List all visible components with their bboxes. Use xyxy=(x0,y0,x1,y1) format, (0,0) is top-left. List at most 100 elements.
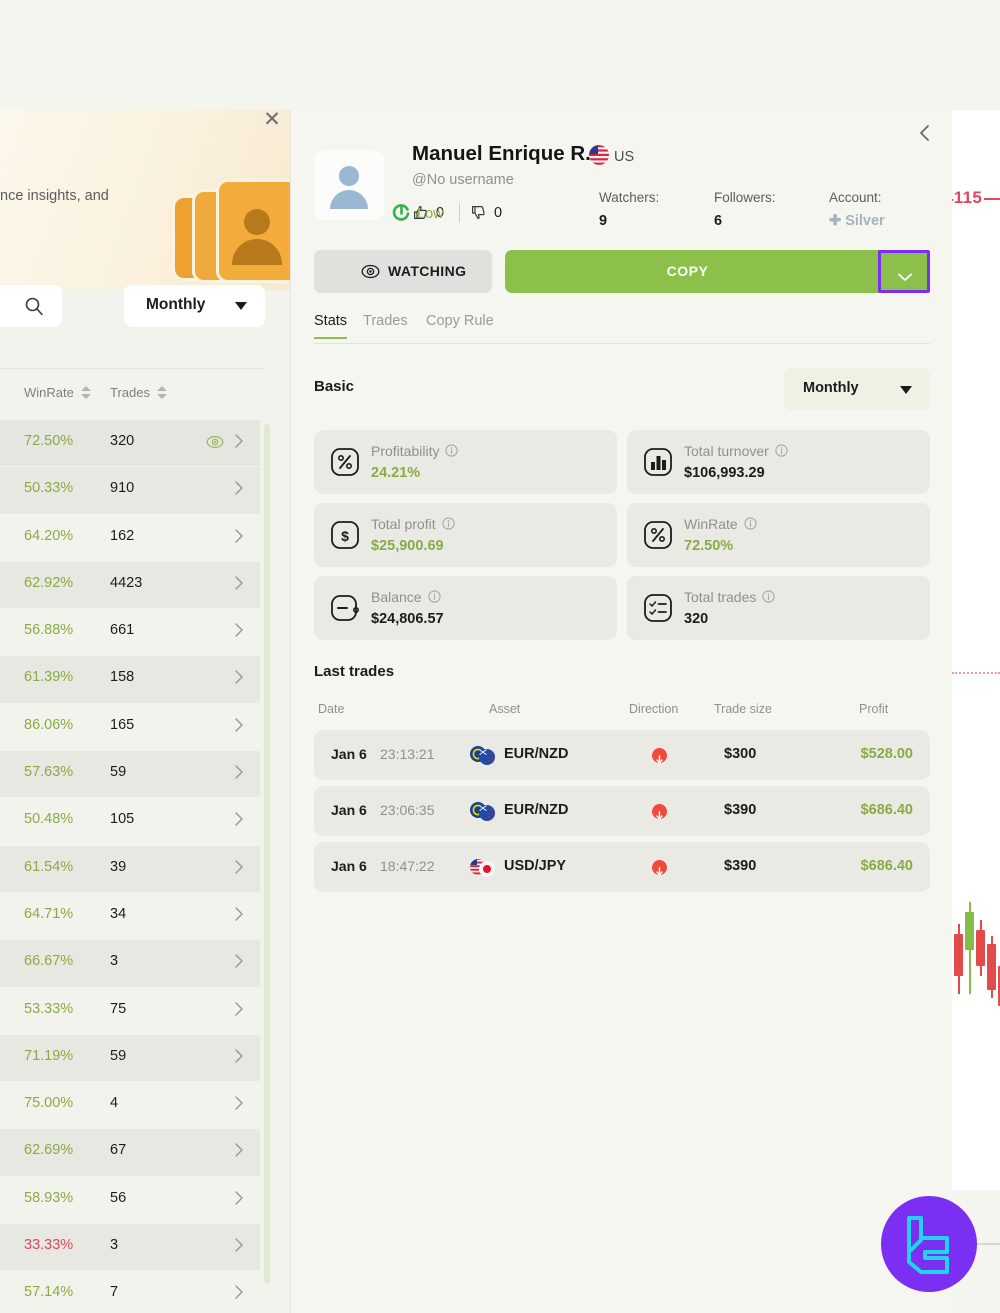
chevron-right-icon[interactable] xyxy=(234,1141,244,1159)
chevron-right-icon[interactable] xyxy=(234,905,244,923)
chevron-right-icon[interactable] xyxy=(234,858,244,876)
chevron-right-icon[interactable] xyxy=(234,716,244,734)
percent-icon xyxy=(330,447,360,477)
sidebar-period-select[interactable]: Monthly xyxy=(124,285,265,327)
row-winrate: 64.20% xyxy=(24,527,74,544)
table-row[interactable]: 33.33% 3 xyxy=(0,1224,260,1272)
stat-card-profitability: Profitability 24.21% xyxy=(314,430,617,494)
row-winrate: 64.71% xyxy=(24,905,74,922)
copy-button[interactable]: COPY xyxy=(505,250,930,293)
table-row[interactable]: 72.50% 320 xyxy=(0,420,260,468)
row-winrate: 75.00% xyxy=(24,1095,74,1112)
brand-logo-icon xyxy=(907,1216,949,1274)
tab-copy-rule[interactable]: Copy Rule xyxy=(426,313,494,337)
row-trades: 34 xyxy=(110,905,127,922)
svg-text:$: $ xyxy=(341,528,349,544)
tab-trades[interactable]: Trades xyxy=(363,313,408,337)
table-row[interactable]: 53.33% 75 xyxy=(0,988,260,1035)
row-trades: 59 xyxy=(110,1047,127,1064)
table-row[interactable]: 61.39% 158 xyxy=(0,656,260,704)
table-row[interactable]: 62.69% 67 xyxy=(0,1129,260,1177)
promo-illustration xyxy=(172,165,290,287)
chevron-right-icon[interactable] xyxy=(234,668,244,686)
list-column-headers: WinRate Trades xyxy=(0,368,265,420)
watchers-stat: Watchers: 9 xyxy=(599,190,659,229)
table-row[interactable]: 71.19% 59 xyxy=(0,1034,260,1083)
stat-card-label: WinRate xyxy=(684,516,738,532)
thumbs-down-icon[interactable] xyxy=(470,204,488,222)
table-row[interactable]: 75.00% 4 xyxy=(0,1082,260,1130)
chevron-right-icon[interactable] xyxy=(234,621,244,639)
chevron-right-icon[interactable] xyxy=(234,810,244,828)
row-winrate: 57.63% xyxy=(24,764,74,781)
chevron-right-icon[interactable] xyxy=(234,574,244,592)
assistant-fab-button[interactable] xyxy=(881,1196,977,1292)
info-icon[interactable] xyxy=(762,590,775,603)
chevron-right-icon[interactable] xyxy=(234,432,244,450)
table-row[interactable]: 64.71% 34 xyxy=(0,893,260,941)
trade-date: Jan 6 xyxy=(331,858,367,874)
trade-profit: $686.40 xyxy=(860,802,913,818)
price-line xyxy=(984,198,1000,200)
table-row[interactable]: 50.33% 910 xyxy=(0,467,260,515)
trade-row[interactable]: Jan 6 18:47:22 USD/JPY $390 $686.40 xyxy=(314,842,930,892)
tab-stats[interactable]: Stats xyxy=(314,313,348,339)
eye-icon[interactable] xyxy=(206,433,224,451)
column-header-trades[interactable]: Trades xyxy=(110,385,167,400)
table-row[interactable]: 58.93% 56 xyxy=(0,1177,260,1225)
stat-card-total-turnover: Total turnover $106,993.29 xyxy=(627,430,930,494)
column-header-winrate[interactable]: WinRate xyxy=(24,385,91,400)
chevron-right-icon[interactable] xyxy=(234,952,244,970)
table-row[interactable]: 57.63% 59 xyxy=(0,751,260,799)
trade-row[interactable]: Jan 6 23:06:35 EUR/NZD $390 $686.40 xyxy=(314,786,930,836)
row-winrate: 71.19% xyxy=(24,1047,74,1064)
chevron-right-icon[interactable] xyxy=(234,1236,244,1254)
app-root: 4115 nce insights, and ✕ Monthly WinRate xyxy=(0,0,1000,1313)
chevron-right-icon[interactable] xyxy=(234,479,244,497)
close-icon[interactable]: ✕ xyxy=(261,109,283,132)
table-row[interactable]: 62.92% 4423 xyxy=(0,561,260,610)
chevron-right-icon[interactable] xyxy=(234,763,244,781)
search-input[interactable] xyxy=(0,285,62,327)
chevron-right-icon[interactable] xyxy=(234,1094,244,1112)
chevron-right-icon[interactable] xyxy=(234,1047,244,1065)
column-header-winrate-label: WinRate xyxy=(24,385,74,400)
chevron-right-icon[interactable] xyxy=(234,527,244,545)
row-trades: 162 xyxy=(110,527,135,544)
info-icon[interactable] xyxy=(442,517,455,530)
dislikes-count: 0 xyxy=(494,205,503,221)
row-trades: 59 xyxy=(110,764,127,781)
chevron-right-icon[interactable] xyxy=(234,1189,244,1207)
sort-icon xyxy=(80,386,91,400)
info-icon[interactable] xyxy=(428,590,441,603)
chevron-right-icon[interactable] xyxy=(234,1283,244,1301)
row-trades: 7 xyxy=(110,1284,119,1301)
trader-username: @No username xyxy=(412,172,514,188)
trade-row[interactable]: Jan 6 23:13:21 EUR/NZD $300 $528.00 xyxy=(314,730,930,780)
risk-level-label: Low xyxy=(417,206,444,222)
table-row[interactable]: 50.48% 105 xyxy=(0,798,260,846)
list-scrollbar-thumb[interactable] xyxy=(264,424,270,1284)
wallet-icon xyxy=(330,593,360,623)
info-icon[interactable] xyxy=(744,517,757,530)
watching-button[interactable]: WATCHING xyxy=(314,250,492,293)
basic-period-select[interactable]: Monthly xyxy=(784,368,930,410)
last-trades-table: Jan 6 23:13:21 EUR/NZD $300 $528.00 Jan 6 23:0… xyxy=(314,730,930,898)
trade-date: Jan 6 xyxy=(331,746,367,762)
table-row[interactable]: 56.88% 661 xyxy=(0,609,260,657)
promo-banner: nce insights, and xyxy=(0,110,290,290)
copy-dropdown-toggle[interactable] xyxy=(878,250,930,293)
table-row[interactable]: 64.20% 162 xyxy=(0,515,260,562)
table-row[interactable]: 86.06% 165 xyxy=(0,704,260,752)
trade-time: 23:06:35 xyxy=(380,802,435,818)
back-chevron-icon[interactable] xyxy=(916,123,936,143)
row-trades: 67 xyxy=(110,1142,127,1159)
table-row[interactable]: 61.54% 39 xyxy=(0,845,260,893)
stat-card-label: Total turnover xyxy=(684,443,769,459)
background-price-chart xyxy=(952,110,1000,1190)
chevron-right-icon[interactable] xyxy=(234,1000,244,1018)
table-row[interactable]: 66.67% 3 xyxy=(0,940,260,988)
info-icon[interactable] xyxy=(775,444,788,457)
table-row[interactable]: 57.14% 7 xyxy=(0,1271,260,1313)
info-icon[interactable] xyxy=(445,444,458,457)
